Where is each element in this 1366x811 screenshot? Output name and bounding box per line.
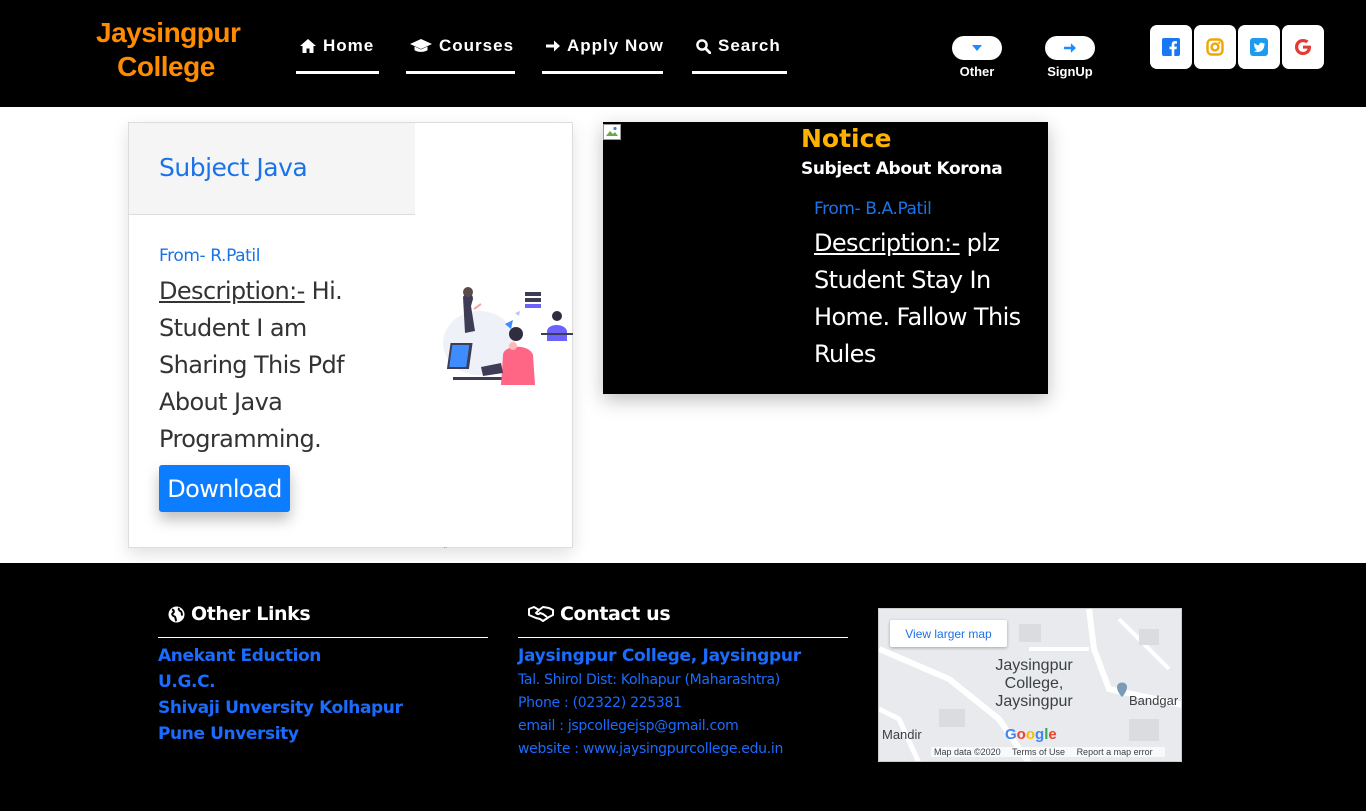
notice-card: Notice Subject About Korona From- B.A.Pa… [603, 122, 1048, 394]
contact-address: Tal. Shirol Dist: Kolhapur (Maharashtra) [518, 672, 780, 688]
nav-courses-label: Courses [439, 36, 515, 55]
map-label-mandir: Mandir [882, 727, 922, 742]
stray-mark: ¨ [444, 546, 447, 555]
nav-search-label: Search [718, 36, 781, 55]
link-ugc[interactable]: U.G.C. [158, 669, 488, 695]
subject-description: Description:- Hi. Student I am Sharing T… [159, 273, 389, 458]
other-links-section: Other Links Anekant Eduction U.G.C. Shiv… [158, 603, 488, 747]
notice-subject: Subject About Korona [801, 159, 1003, 179]
search-icon [696, 39, 711, 54]
notice-title: Notice [801, 124, 892, 153]
other-links-list: Anekant Eduction U.G.C. Shivaji Unversit… [158, 643, 488, 747]
google-link[interactable] [1282, 25, 1324, 69]
view-larger-map-link[interactable]: View larger map [890, 620, 1007, 647]
notice-description-label: Description:- [814, 229, 960, 257]
graduation-cap-icon [410, 39, 432, 52]
notice-from: From- B.A.Patil [814, 199, 932, 219]
link-shivaji-university[interactable]: Shivaji Unversity Kolhapur [158, 695, 488, 721]
signup-pill[interactable] [1045, 36, 1095, 60]
contact-heading-text: Contact us [560, 603, 671, 625]
arrow-right-icon [1064, 43, 1076, 53]
globe-icon [168, 606, 185, 623]
map-attribution: Map data ©2020 Terms of Use Report a map… [931, 747, 1165, 757]
map-place-label: Jaysingpur College, Jaysingpur [984, 657, 1084, 711]
footer: Other Links Anekant Eduction U.G.C. Shiv… [0, 563, 1366, 811]
brand-logo[interactable]: Jaysingpur College [96, 16, 241, 84]
link-pune-university[interactable]: Pune Unversity [158, 721, 488, 747]
subject-card: Subject Java From- R.Patil Description:-… [128, 122, 573, 548]
map-label-bandgar: Bandgar [1129, 693, 1179, 708]
home-icon [300, 39, 316, 53]
brand-line-1: Jaysingpur [96, 17, 241, 48]
contact-email[interactable]: email : jspcollegejsp@gmail.com [518, 715, 848, 738]
top-navbar: Jaysingpur College Home Courses Apply No… [0, 0, 1366, 107]
map-place-line-3: Jaysingpur [995, 693, 1073, 710]
facebook-icon [1162, 38, 1180, 56]
contact-name: Jaysingpur College, Jaysingpur [518, 646, 801, 666]
instagram-icon [1206, 38, 1224, 56]
contact-heading: Contact us [518, 603, 848, 638]
study-illustration [443, 287, 573, 385]
other-pill[interactable] [952, 36, 1002, 60]
notice-description: Description:- plz Student Stay In Home. … [814, 225, 1039, 373]
nav-home[interactable]: Home [296, 36, 379, 74]
contact-phone: Phone : (02322) 225381 [518, 695, 682, 711]
contact-website[interactable]: website : www.jaysingpurcollege.edu.in [518, 738, 848, 761]
nav-home-label: Home [323, 36, 375, 55]
caret-down-icon [972, 45, 982, 51]
broken-image-icon [603, 124, 621, 140]
contact-section: Contact us Jaysingpur College, Jaysingpu… [518, 603, 848, 761]
nav-search[interactable]: Search [692, 36, 787, 74]
other-dropdown-button[interactable]: Other [937, 36, 1017, 79]
brand-line-2: College [117, 51, 215, 82]
other-links-heading-text: Other Links [191, 603, 311, 625]
map-report-link[interactable]: Report a map error [1077, 747, 1153, 757]
google-icon [1295, 39, 1311, 55]
subject-from: From- R.Patil [159, 246, 261, 266]
link-anekant-eduction[interactable]: Anekant Eduction [158, 643, 488, 669]
nav-apply-now[interactable]: Apply Now [542, 36, 663, 74]
map-data-label: Map data ©2020 [934, 747, 1001, 757]
map-terms-link[interactable]: Terms of Use [1012, 747, 1065, 757]
subject-title: Subject Java [159, 153, 308, 182]
map-place-line-1: Jaysingpur [995, 657, 1073, 674]
google-map-embed[interactable]: View larger map Jaysingpur College, Jays… [878, 608, 1182, 762]
signup-label: SignUp [1047, 64, 1093, 79]
handshake-icon [528, 606, 554, 622]
subject-description-label: Description:- [159, 277, 305, 305]
instagram-link[interactable] [1194, 25, 1236, 69]
nav-apply-label: Apply Now [567, 36, 664, 55]
signup-button[interactable]: SignUp [1030, 36, 1110, 79]
facebook-link[interactable] [1150, 25, 1192, 69]
other-links-heading: Other Links [158, 603, 488, 638]
arrow-right-icon [546, 40, 560, 52]
other-label: Other [959, 64, 995, 79]
subject-card-header: Subject Java [129, 123, 415, 215]
download-button[interactable]: Download [159, 465, 290, 512]
google-logo: Google [1005, 726, 1057, 743]
nav-courses[interactable]: Courses [406, 36, 515, 74]
twitter-link[interactable] [1238, 25, 1280, 69]
map-place-line-2: College, [1004, 675, 1064, 692]
twitter-icon [1250, 38, 1268, 56]
contact-details: Jaysingpur College, Jaysingpur Tal. Shir… [518, 643, 848, 761]
